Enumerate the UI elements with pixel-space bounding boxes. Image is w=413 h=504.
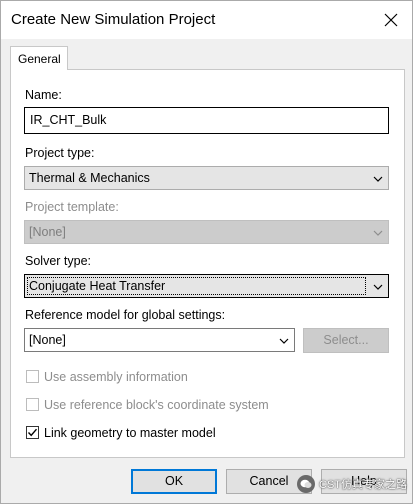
tab-general[interactable]: General xyxy=(10,46,68,70)
tab-general-label: General xyxy=(18,52,61,66)
project-template-label: Project template: xyxy=(25,200,119,214)
wechat-logo-icon xyxy=(297,475,315,493)
watermark: CST仿真专家之路 xyxy=(297,473,407,495)
create-project-dialog: Create New Simulation Project General Na… xyxy=(0,0,413,504)
watermark-text: CST仿真专家之路 xyxy=(319,479,407,491)
dialog-title: Create New Simulation Project xyxy=(11,11,216,28)
reference-model-select[interactable]: [None] xyxy=(24,328,295,352)
name-input[interactable]: IR_CHT_Bulk xyxy=(24,107,389,134)
close-button[interactable] xyxy=(376,5,406,35)
project-template-value: [None] xyxy=(29,225,66,239)
project-type-label: Project type: xyxy=(25,146,95,160)
assembly-checkbox-label: Use assembly information xyxy=(44,370,188,384)
link-geometry-checkbox-label[interactable]: Link geometry to master model xyxy=(44,426,216,440)
assembly-checkbox xyxy=(26,370,39,383)
ok-button[interactable]: OK xyxy=(131,469,217,494)
solver-type-select[interactable]: Conjugate Heat Transfer xyxy=(24,274,389,298)
project-template-select: [None] xyxy=(24,220,389,244)
project-type-value: Thermal & Mechanics xyxy=(29,171,150,185)
ref-block-checkbox-label: Use reference block's coordinate system xyxy=(44,398,269,412)
project-type-select[interactable]: Thermal & Mechanics xyxy=(24,166,389,190)
solver-type-label: Solver type: xyxy=(25,254,92,268)
reference-model-value: [None] xyxy=(29,333,66,347)
select-reference-button: Select... xyxy=(303,328,389,353)
close-icon xyxy=(384,13,398,27)
reference-model-label: Reference model for global settings: xyxy=(25,308,226,322)
checkmark-icon xyxy=(27,428,38,437)
chevron-down-icon xyxy=(373,284,383,290)
chevron-down-icon xyxy=(373,230,383,236)
title-bar: Create New Simulation Project xyxy=(1,1,412,39)
ref-block-checkbox xyxy=(26,398,39,411)
solver-type-value: Conjugate Heat Transfer xyxy=(29,279,166,293)
chevron-down-icon xyxy=(373,176,383,182)
name-label: Name: xyxy=(25,88,62,102)
link-geometry-checkbox[interactable] xyxy=(26,426,39,439)
chevron-down-icon xyxy=(279,338,289,344)
